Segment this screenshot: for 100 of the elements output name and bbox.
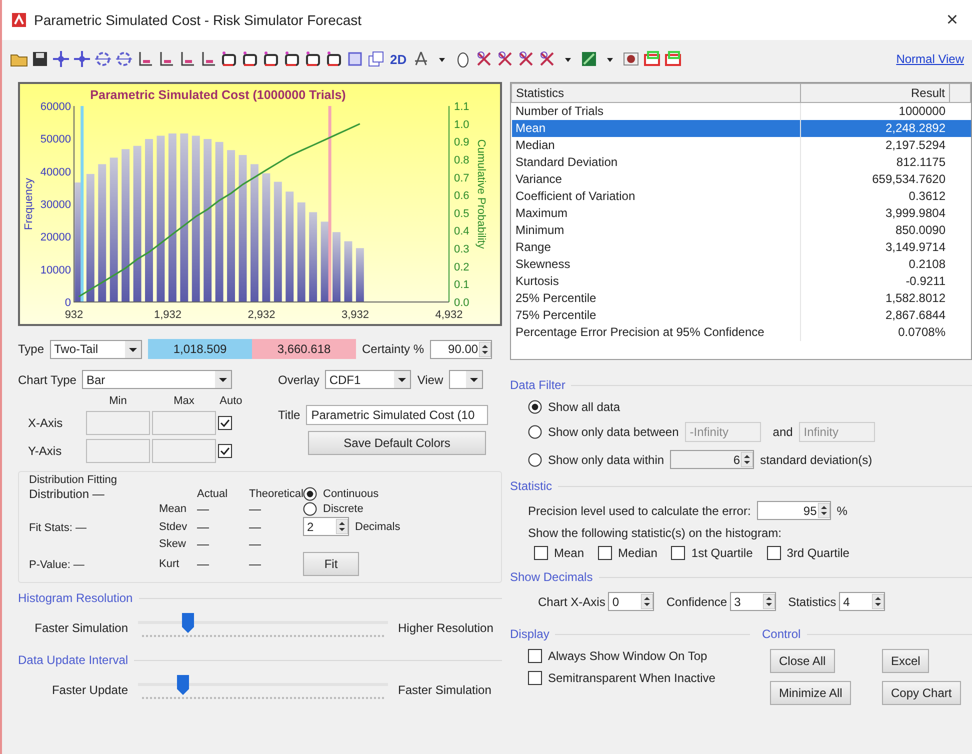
spin-icon[interactable] (741, 452, 754, 467)
caret-icon[interactable] (466, 371, 482, 388)
table-cell[interactable]: Minimum (512, 222, 800, 239)
frame-icon[interactable] (220, 50, 238, 68)
frame-icon[interactable] (241, 50, 259, 68)
table-cell[interactable]: 2,248.2892 (800, 120, 950, 137)
radio-button[interactable] (303, 502, 317, 516)
frame-icon[interactable] (325, 50, 343, 68)
slider-thumb[interactable] (182, 613, 194, 633)
upper-bound-field[interactable]: 3,660.618 (252, 339, 356, 359)
spin-icon[interactable] (763, 594, 776, 609)
tool-icon[interactable] (538, 50, 556, 68)
checkbox[interactable] (671, 546, 686, 560)
table-cell[interactable]: Range (512, 239, 800, 256)
table-cell[interactable]: Variance (512, 171, 800, 188)
table-cell[interactable]: 0.0708% (800, 324, 950, 341)
checkbox[interactable] (218, 444, 232, 458)
save-default-colors-button[interactable]: Save Default Colors (308, 431, 486, 455)
min-field[interactable] (86, 411, 150, 435)
checkbox[interactable] (534, 546, 548, 560)
table-cell[interactable]: 1,582.8012 (800, 290, 950, 307)
close-button[interactable]: × (942, 8, 962, 32)
spin-icon[interactable] (641, 594, 654, 609)
chart-type-dropdown[interactable]: Bar (82, 370, 232, 389)
copy-icon[interactable] (367, 50, 385, 68)
picture-icon[interactable] (622, 50, 640, 68)
table-cell[interactable]: 25% Percentile (512, 290, 800, 307)
fill-icon[interactable] (580, 50, 598, 68)
move-icon[interactable] (73, 50, 91, 68)
checkbox[interactable] (528, 649, 542, 663)
control-button[interactable]: Close All (770, 649, 835, 673)
spin-icon[interactable] (872, 594, 884, 609)
max-field[interactable] (152, 411, 216, 435)
table-cell[interactable]: 2,867.6844 (800, 307, 950, 324)
min-field[interactable] (86, 439, 150, 463)
cube-icon[interactable] (346, 50, 364, 68)
radio-button[interactable] (528, 425, 542, 439)
table-cell[interactable]: Maximum (512, 205, 800, 222)
radio-button[interactable] (528, 452, 542, 466)
table-cell[interactable]: Standard Deviation (512, 154, 800, 171)
lower-bound-field[interactable]: 1,018.509 (148, 339, 252, 359)
table-cell[interactable]: 0.3612 (800, 188, 950, 205)
type-dropdown[interactable]: Two-Tail (50, 340, 142, 358)
spin-icon[interactable] (479, 342, 492, 356)
radio-button[interactable] (528, 400, 542, 414)
decimals-field[interactable]: 2 (303, 517, 349, 536)
table-cell[interactable]: 75% Percentile (512, 307, 800, 324)
spin-icon[interactable] (336, 519, 348, 534)
decimals-field[interactable]: 3 (730, 592, 776, 611)
tool-icon[interactable] (474, 50, 493, 68)
move-icon[interactable] (52, 50, 70, 68)
window-icon[interactable] (642, 50, 661, 68)
column-header[interactable]: Statistics (512, 84, 800, 102)
checkbox[interactable] (598, 546, 612, 560)
table-cell[interactable]: 812.1175 (800, 154, 950, 171)
checkbox[interactable] (528, 671, 542, 685)
table-cell[interactable]: 3,999.9804 (800, 205, 950, 222)
deviation-field[interactable]: 6 (670, 450, 754, 469)
table-cell[interactable]: 0.2108 (800, 256, 950, 273)
table-cell[interactable]: 659,534.7620 (800, 171, 950, 188)
table-cell[interactable]: 3,149.9714 (800, 239, 950, 256)
overlay-dropdown[interactable]: CDF1 (325, 370, 412, 389)
spin-icon[interactable] (818, 503, 830, 518)
table-cell[interactable]: Mean (512, 120, 800, 137)
table-cell[interactable]: Kurtosis (512, 273, 800, 290)
table-cell[interactable]: Median (512, 137, 800, 154)
window-icon[interactable] (664, 50, 682, 68)
frame-icon[interactable] (304, 50, 322, 68)
checkbox[interactable] (766, 546, 781, 560)
caret-icon[interactable] (394, 371, 410, 388)
table-cell[interactable]: Percentage Error Precision at 95% Confidence (512, 324, 800, 341)
checkbox[interactable] (218, 416, 232, 430)
tool-icon[interactable] (496, 50, 514, 68)
caret-icon[interactable] (125, 340, 142, 358)
column-header[interactable]: Result (800, 84, 950, 102)
table-cell[interactable]: 2,197.5294 (800, 137, 950, 154)
tool-icon[interactable] (516, 50, 535, 68)
table-cell[interactable]: 850.0090 (800, 222, 950, 239)
radio-button[interactable] (303, 487, 317, 501)
table-cell[interactable]: Skewness (512, 256, 800, 273)
2d-button[interactable]: 2D (388, 52, 409, 66)
save-icon[interactable] (31, 50, 49, 68)
max-field[interactable] (152, 439, 216, 463)
control-button[interactable]: Copy Chart (882, 681, 961, 705)
control-button[interactable]: Excel (882, 649, 930, 673)
slider-thumb[interactable] (177, 675, 189, 695)
table-cell[interactable]: Number of Trials (512, 102, 800, 120)
certainty-field[interactable]: 90.00 (430, 340, 492, 358)
fit-button[interactable]: Fit (303, 552, 359, 576)
view-dropdown[interactable] (449, 370, 484, 389)
control-button[interactable]: Minimize All (770, 681, 852, 705)
normal-view-link[interactable]: Normal View (896, 52, 964, 66)
table-cell[interactable]: Coefficient of Variation (512, 188, 800, 205)
decimals-field[interactable]: 0 (608, 592, 654, 611)
caret-icon[interactable] (215, 371, 232, 388)
title-field[interactable]: Parametric Simulated Cost (10 (306, 405, 488, 425)
table-cell[interactable]: -0.9211 (800, 273, 950, 290)
rotate-icon[interactable] (94, 50, 112, 68)
precision-field[interactable]: 95 (756, 501, 831, 520)
decimals-field[interactable]: 4 (839, 592, 886, 611)
